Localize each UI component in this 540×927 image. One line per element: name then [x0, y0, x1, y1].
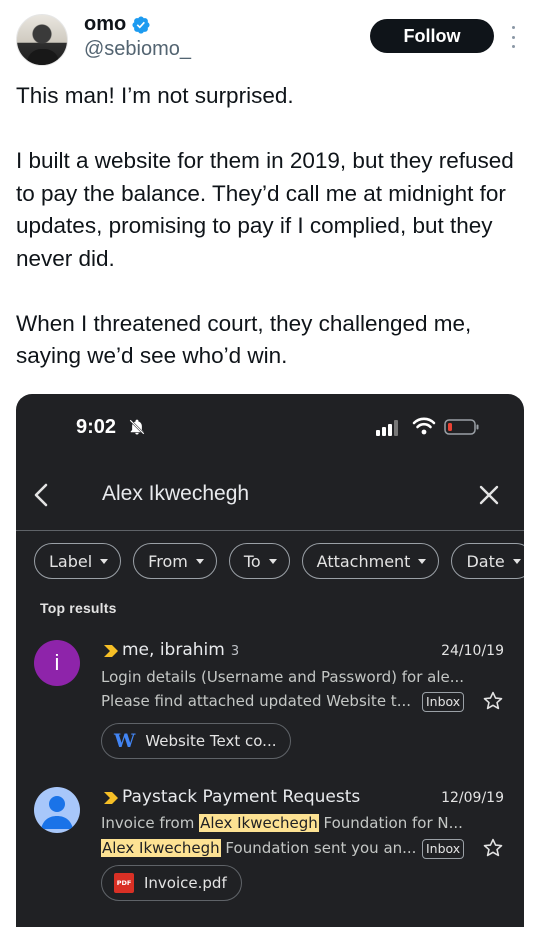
author-handle[interactable]: @sebiomo_: [84, 38, 191, 61]
back-arrow-icon[interactable]: [32, 482, 52, 508]
wifi-icon: [412, 417, 436, 435]
battery-low-icon: [444, 419, 479, 435]
email-date: 24/10/19: [441, 643, 504, 659]
email-list-item[interactable]: Paystack Payment Requests 12/09/19 Invoi…: [16, 781, 524, 911]
email-date: 12/09/19: [441, 790, 504, 806]
thread-count: 3: [230, 644, 240, 659]
more-options-icon[interactable]: [508, 26, 518, 48]
importance-marker-icon: [104, 645, 118, 657]
email-subject: Login details (Username and Password) fo…: [101, 668, 465, 686]
filter-chip-label[interactable]: Label: [34, 543, 122, 579]
word-doc-icon: W: [114, 730, 136, 752]
cellular-signal-icon: [376, 420, 398, 436]
filter-chip-attachment[interactable]: Attachment: [301, 543, 440, 579]
chevron-down-icon: [418, 558, 427, 564]
follow-button[interactable]: Follow: [370, 19, 494, 53]
attachment-name: Website Text co...: [145, 732, 277, 750]
importance-marker-icon: [104, 792, 118, 804]
sender-avatar[interactable]: [34, 787, 80, 833]
pdf-file-icon: PDF: [114, 873, 134, 893]
star-icon[interactable]: [482, 837, 504, 859]
author-name-row: omo: [84, 13, 151, 36]
search-highlight: Alex Ikwechegh: [101, 839, 221, 857]
filter-chip-from[interactable]: From: [133, 543, 217, 579]
clear-search-icon[interactable]: [478, 484, 500, 506]
filter-chip-date[interactable]: Date: [451, 543, 524, 579]
inbox-label-badge: Inbox: [422, 692, 465, 712]
filter-chip-to[interactable]: To: [228, 543, 290, 579]
attachment-chip[interactable]: PDF Invoice.pdf: [101, 865, 242, 901]
section-label: Top results: [40, 600, 117, 616]
author-name[interactable]: omo: [84, 13, 126, 36]
attachment-chip[interactable]: W Website Text co...: [101, 723, 292, 759]
tweet-paragraph: I built a website for them in 2019, but …: [16, 148, 514, 271]
tweet-paragraph: This man! I’m not surprised.: [16, 83, 294, 108]
bell-muted-icon: [129, 419, 145, 435]
search-input[interactable]: Alex Ikwechegh: [102, 482, 249, 506]
chevron-down-icon: [100, 558, 109, 564]
chevron-down-icon: [512, 558, 521, 564]
status-time: 9:02: [76, 416, 117, 438]
email-subject: Invoice from Alex Ikwechegh Foundation f…: [101, 814, 463, 832]
email-sender: me, ibrahim 3: [122, 640, 240, 660]
email-sender: Paystack Payment Requests: [122, 787, 361, 807]
tweet-body: This man! I’m not surprised. I built a w…: [16, 80, 526, 373]
email-snippet: Please find attached updated Website t..…: [101, 692, 411, 710]
search-highlight: Alex Ikwechegh: [199, 814, 319, 832]
inbox-label-badge: Inbox: [422, 839, 465, 859]
email-list-item[interactable]: i me, ibrahim 3 24/10/19 Login details (U…: [16, 634, 524, 764]
attachment-name: Invoice.pdf: [144, 874, 227, 892]
email-snippet: Alex Ikwechegh Foundation sent you an...: [101, 839, 417, 857]
sender-avatar[interactable]: i: [34, 640, 80, 686]
attached-screenshot[interactable]: 9:02 Alex Ikwechegh Label From To Attach…: [16, 394, 524, 927]
verified-badge-icon: [132, 15, 150, 34]
chevron-down-icon: [268, 558, 277, 564]
star-icon[interactable]: [482, 690, 504, 712]
author-avatar[interactable]: [16, 14, 68, 66]
chevron-down-icon: [195, 558, 204, 564]
person-icon: [41, 796, 73, 829]
tweet-paragraph: When I threatened court, they challenged…: [16, 310, 472, 369]
filter-chips: Label From To Attachment Date: [34, 543, 524, 579]
search-divider: [16, 530, 524, 531]
